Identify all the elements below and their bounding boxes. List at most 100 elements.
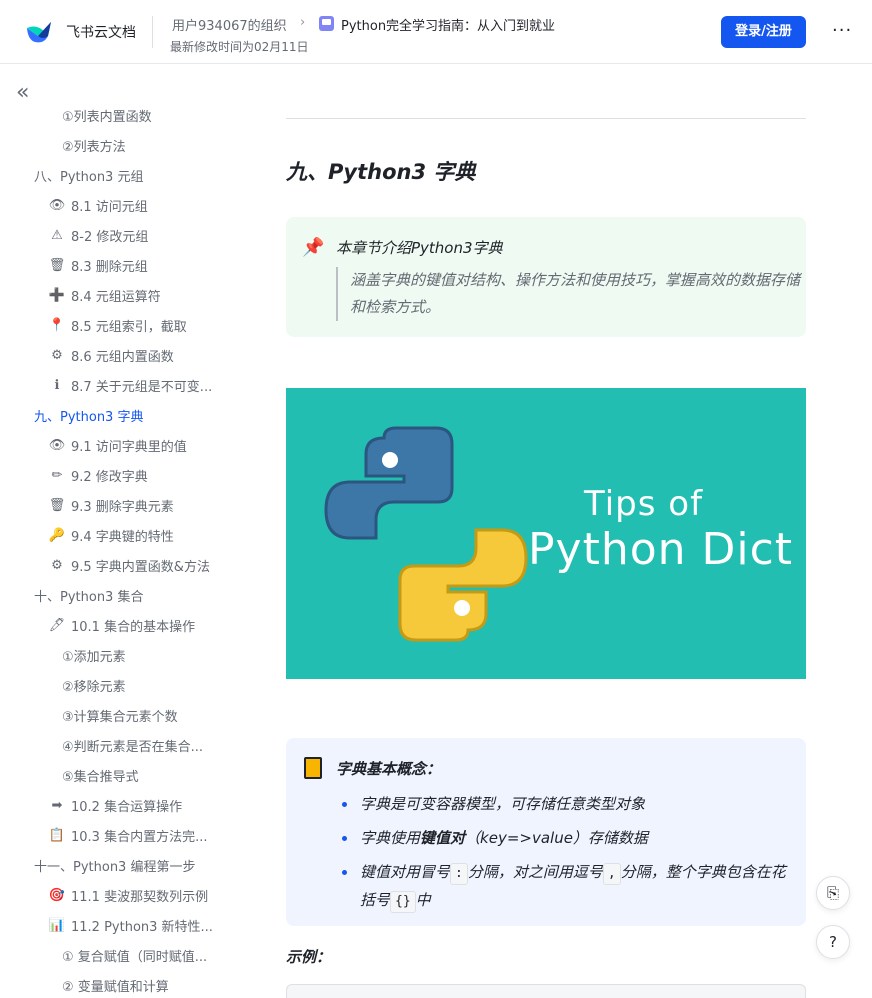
toc-item-icon: 📋 [48, 827, 66, 843]
toc-item[interactable]: 十一、Python3 编程第一步 [34, 850, 195, 880]
toc-item-icon: 🗑 [48, 257, 66, 273]
toc-item-label: ②移除元素 [62, 679, 126, 695]
toc-item-icon: 📍 [48, 317, 66, 333]
banner-line2: Python Dict [528, 524, 794, 575]
toc-item[interactable]: 👁 8.1 访问元组 [48, 190, 148, 220]
section-heading: 九、Python3 字典 [286, 160, 476, 184]
toc-item-label: 十一、Python3 编程第一步 [34, 859, 196, 875]
toc-item[interactable]: 🔑 9.4 字典键的特性 [48, 520, 174, 550]
toc-item-label: 8.1 访问元组 [71, 199, 148, 215]
toc-item-label: 9.2 修改字典 [71, 469, 148, 485]
toc-item-label: ①列表内置函数 [62, 109, 152, 125]
toc-item[interactable]: 📊 11.2 Python3 新特性... [48, 910, 213, 940]
toc-item[interactable]: 👁 9.1 访问字典里的值 [48, 430, 187, 460]
doc-title[interactable]: Python完全学习指南：从入门到就业 [341, 15, 555, 34]
toc-item[interactable]: ➡ 10.2 集合运算操作 [48, 790, 183, 820]
toc-item-label: ⑤集合推导式 [62, 769, 139, 785]
inline-code: , [602, 863, 621, 885]
toc-item[interactable]: ③计算集合元素个数 [62, 700, 178, 730]
toc-item-label: 8.6 元组内置函数 [71, 349, 174, 365]
toc-item-icon: ⚙ [51, 347, 63, 363]
toc-item-label: 9.5 字典内置函数&方法 [71, 559, 210, 575]
toc-item[interactable]: 🎯 11.1 斐波那契数列示例 [48, 880, 208, 910]
concept-callout: 字典基本概念： 字典是可变容器模型，可存储任意类型对象 字典使用键值对（key=… [286, 738, 806, 926]
outline-icon[interactable]: ⎘ [816, 876, 850, 910]
section-divider [286, 118, 806, 119]
toc-item-label: ① 复合赋值（同时赋值... [62, 949, 208, 965]
toc-item[interactable]: 📋 10.3 集合内置方法完... [48, 820, 208, 850]
toc-item[interactable]: 📍 8.5 元组索引，截取 [48, 310, 187, 340]
python-dict-banner-image: Tips of Python Dict [286, 388, 806, 679]
toc-item[interactable]: 🗑 8.3 删除元组 [48, 250, 148, 280]
toc-item-icon: 🖊 [48, 617, 66, 633]
banner-line1: Tips of [584, 484, 704, 524]
toc-item[interactable]: 十、Python3 集合 [34, 580, 143, 610]
toc-item[interactable]: ②列表方法 [62, 130, 126, 160]
last-modified-text: 最新修改时间为02月11日 [170, 40, 309, 54]
toc-item-icon: 🎯 [48, 887, 66, 903]
toc-item[interactable]: ✏ 9.2 修改字典 [48, 460, 148, 490]
toc-item[interactable]: ②移除元素 [62, 670, 126, 700]
toc-item-label: 10.1 集合的基本操作 [71, 619, 196, 635]
brand-name[interactable]: 飞书云文档 [66, 22, 136, 42]
toc-item[interactable]: ④判断元素是否在集合... [62, 730, 203, 760]
toc-item-label: 11.2 Python3 新特性... [71, 919, 213, 935]
code-block[interactable] [286, 984, 806, 998]
toc-item-label: 9.4 字典键的特性 [71, 529, 174, 545]
toc-item-icon: ➡ [51, 797, 63, 813]
doc-content: 九、Python3 字典 📌 本章节介绍Python3字典 涵盖字典的键值对结构… [250, 64, 872, 998]
toc-item-label: 8.4 元组运算符 [71, 289, 161, 305]
toc-item-label: ②列表方法 [62, 139, 126, 155]
toc-item[interactable]: ⚙ 9.5 字典内置函数&方法 [48, 550, 210, 580]
org-breadcrumb[interactable]: 用户934067的组织 [172, 15, 287, 34]
collapse-sidebar-icon[interactable]: « [16, 82, 29, 104]
example-label: 示例： [286, 948, 332, 966]
toc-item[interactable]: ⑤集合推导式 [62, 760, 139, 790]
toc-item[interactable]: 八、Python3 元组 [34, 160, 143, 190]
top-header: 飞书云文档 用户934067的组织 › Python完全学习指南：从入门到就业 … [0, 0, 872, 64]
toc-item-icon: ⚙ [51, 557, 63, 573]
toc-item-label: 10.3 集合内置方法完... [71, 829, 208, 845]
toc-item[interactable]: ② 变量赋值和计算 [62, 970, 169, 998]
toc-item-label: 8.3 删除元组 [71, 259, 148, 275]
pushpin-icon: 📌 [302, 237, 325, 258]
more-options-icon[interactable]: ··· [832, 20, 852, 41]
quote-bar [336, 267, 338, 321]
toc-item-label: 10.2 集合运算操作 [71, 799, 183, 815]
toc-item[interactable]: ①列表内置函数 [62, 100, 152, 130]
toc-sidebar: « ①列表内置函数 ②列表方法 八、Python3 元组 👁 8.1 访问元组 ⚠ 8-2 … [0, 64, 250, 998]
toc-item[interactable]: ①添加元素 [62, 640, 126, 670]
toc-item-label: 9.1 访问字典里的值 [71, 439, 187, 455]
header-divider [152, 16, 153, 48]
toc-item-icon: ℹ [54, 377, 60, 393]
toc-item-label: 九、Python3 字典 [34, 409, 144, 425]
toc-item-icon: 👁 [48, 437, 66, 453]
inline-code: {} [390, 891, 416, 913]
toc-item[interactable]: 🗑 9.3 删除字典元素 [48, 490, 174, 520]
book-icon [304, 757, 322, 779]
toc-item[interactable]: ➕ 8.4 元组运算符 [48, 280, 161, 310]
toc-item-icon: ✏ [51, 467, 63, 483]
toc-item-icon: 🔑 [48, 527, 66, 543]
toc-item[interactable]: 🖊 10.1 集合的基本操作 [48, 610, 195, 640]
toc-item-label: ② 变量赋值和计算 [62, 979, 169, 995]
login-button[interactable]: 登录/注册 [721, 16, 806, 48]
feishu-logo-icon[interactable] [24, 18, 54, 46]
toc-item-label: 8-2 修改元组 [71, 229, 149, 245]
toc-item-label: 9.3 删除字典元素 [71, 499, 174, 515]
toc-item[interactable]: 九、Python3 字典 [34, 400, 143, 430]
toc-item-label: 8.5 元组索引，截取 [71, 319, 187, 335]
intro-callout-quote: 涵盖字典的键值对结构、操作方法和使用技巧，掌握高效的数据存储和检索方式。 [350, 271, 801, 316]
toc-item[interactable]: ① 复合赋值（同时赋值... [62, 940, 207, 970]
toc-item[interactable]: ℹ 8.7 关于元组是不可变... [48, 370, 213, 400]
concept-callout-title: 字典基本概念： [336, 760, 442, 778]
toc-item-label: ③计算集合元素个数 [62, 709, 178, 725]
list-item: 字典使用键值对（key=>value）存储数据 [336, 824, 796, 852]
toc-item-icon: 🗑 [48, 497, 66, 513]
toc-item[interactable]: ⚠ 8-2 修改元组 [48, 220, 148, 250]
toc-item-label: 8.7 关于元组是不可变... [71, 379, 213, 395]
toc-item[interactable]: ⚙ 8.6 元组内置函数 [48, 340, 174, 370]
intro-callout-title: 本章节介绍Python3字典 [336, 239, 503, 257]
help-icon[interactable]: ? [816, 925, 850, 959]
toc-item-label: 11.1 斐波那契数列示例 [71, 889, 209, 905]
